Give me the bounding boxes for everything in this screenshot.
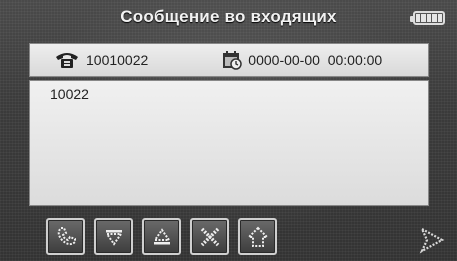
toolbar xyxy=(46,218,277,256)
call-back-icon xyxy=(57,226,76,245)
arrow-up-icon xyxy=(152,227,171,244)
home-icon xyxy=(246,226,269,247)
next-message-button[interactable] xyxy=(94,218,133,255)
message-body: 10022 xyxy=(29,80,429,206)
page-title: Сообщение во входящих xyxy=(120,7,337,26)
delete-icon xyxy=(200,227,219,246)
message-datetime: 0000-00-00 00:00:00 xyxy=(248,52,383,68)
delete-button[interactable] xyxy=(190,218,229,255)
phone-icon xyxy=(56,53,78,68)
previous-message-button[interactable] xyxy=(142,218,181,255)
next-arrow-icon[interactable] xyxy=(418,226,446,254)
message-header: 10010022 0000-00-00 00:00:00 xyxy=(29,43,429,77)
arrow-down-icon xyxy=(104,229,123,246)
home-button[interactable] xyxy=(238,218,277,255)
message-text: 10022 xyxy=(50,86,89,102)
title-bar: Сообщение во входящих xyxy=(0,2,457,32)
call-back-button[interactable] xyxy=(46,218,85,255)
sender-number: 10010022 xyxy=(86,52,149,68)
calendar-clock-icon xyxy=(223,51,243,70)
screen: Сообщение во входящих 10010022 0000-00-0… xyxy=(0,0,457,261)
battery-icon xyxy=(410,11,445,25)
